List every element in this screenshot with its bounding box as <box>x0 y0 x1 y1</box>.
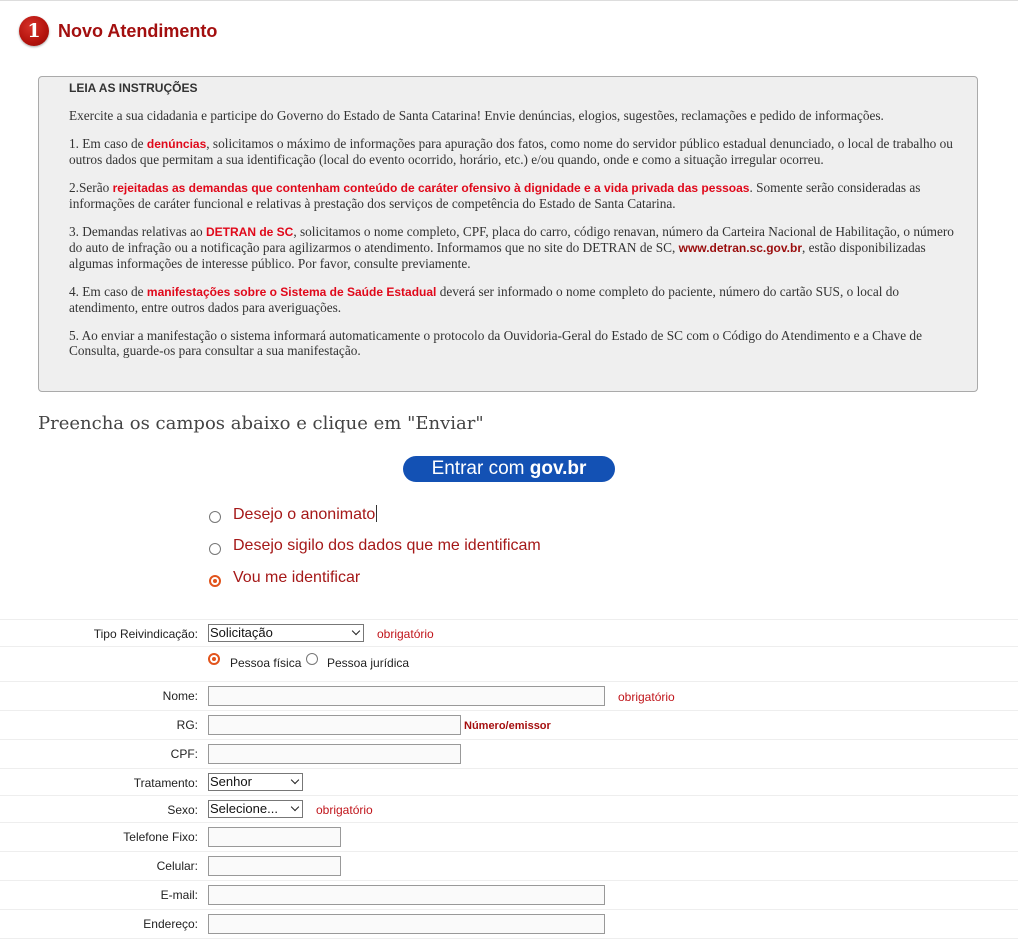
tipo-value: Solicitação <box>210 625 273 640</box>
instructions-intro: Exercite a sua cidadania e participe do … <box>69 108 884 123</box>
highlight-saude: manifestações sobre o Sistema de Saúde E… <box>146 285 437 299</box>
instructions-box: LEIA AS INSTRUÇÕES Exercite a sua cidada… <box>38 76 978 392</box>
row-divider <box>0 909 1018 910</box>
highlight-rejeitadas: rejeitadas as demandas que contenham con… <box>112 181 750 195</box>
instruction-item-5: 5. Ao enviar a manifestação o sistema in… <box>69 328 922 358</box>
endereco-input[interactable] <box>208 914 605 934</box>
celular-label: Celular: <box>156 859 198 873</box>
text-cursor <box>376 505 378 522</box>
tratamento-label: Tratamento: <box>133 776 198 790</box>
sexo-value: Selecione... <box>210 801 278 816</box>
fill-fields-heading: Preencha os campos abaixo e clique em "E… <box>38 413 484 434</box>
pessoa-fisica-label: Pessoa física <box>230 656 302 670</box>
rg-label: RG: <box>176 718 198 732</box>
tipo-label: Tipo Reivindicação: <box>93 627 198 641</box>
nome-input[interactable] <box>208 686 605 706</box>
govbr-login-button[interactable]: Entrar com gov.br <box>403 456 615 482</box>
row-divider <box>0 681 1018 682</box>
celular-input[interactable] <box>208 856 341 876</box>
radio-pessoa-fisica[interactable] <box>208 653 220 665</box>
top-divider <box>0 0 1018 1</box>
rg-hint: Número/emissor <box>464 720 551 732</box>
cpf-input[interactable] <box>208 744 461 764</box>
telefone-label: Telefone Fixo: <box>123 830 198 844</box>
instruction-item-1: 1. Em caso de denúncias, solicitamos o m… <box>69 136 968 167</box>
chevron-down-icon <box>290 802 300 812</box>
text: 4. Em caso de <box>69 284 147 299</box>
row-divider <box>0 880 1018 881</box>
instruction-item-3: 3. Demandas relativas ao DETRAN de SC, s… <box>69 224 968 271</box>
option-identificar-label: Vou me identificar <box>233 569 361 586</box>
sexo-required: obrigatório <box>316 803 373 817</box>
option-anonimato-label: Desejo o anonimato <box>233 506 376 523</box>
option-sigilo-label: Desejo sigilo dos dados que me identific… <box>233 537 541 554</box>
chevron-down-icon <box>351 626 361 636</box>
govbr-prefix: Entrar com <box>431 458 530 479</box>
sexo-label: Sexo: <box>167 803 198 817</box>
step-number-badge: 1 <box>19 16 49 46</box>
nome-required: obrigatório <box>618 690 675 704</box>
text: 1. Em caso de <box>69 136 147 151</box>
endereco-label: Endereço: <box>143 917 198 931</box>
tipo-required: obrigatório <box>377 627 434 641</box>
row-divider <box>0 646 1018 647</box>
row-divider <box>0 795 1018 796</box>
instructions-title: LEIA AS INSTRUÇÕES <box>69 81 198 95</box>
nome-label: Nome: <box>162 689 198 703</box>
tratamento-select[interactable]: Senhor <box>208 773 303 791</box>
row-divider <box>0 822 1018 823</box>
row-divider <box>0 710 1018 711</box>
chevron-down-icon <box>290 775 300 785</box>
pessoa-juridica-label: Pessoa jurídica <box>327 656 410 670</box>
highlight-detran: DETRAN de SC <box>205 225 294 239</box>
page-title: Novo Atendimento <box>58 21 218 41</box>
email-input[interactable] <box>208 885 605 905</box>
radio-identificar[interactable] <box>209 575 221 587</box>
detran-link[interactable]: www.detran.sc.gov.br <box>679 241 802 255</box>
cpf-label: CPF: <box>170 747 198 761</box>
tipo-select[interactable]: Solicitação <box>208 624 364 642</box>
govbr-brand: gov.br <box>529 458 587 479</box>
rg-input[interactable] <box>208 715 461 735</box>
radio-pessoa-juridica[interactable] <box>306 653 318 665</box>
instruction-item-2: 2.Serão rejeitadas as demandas que conte… <box>69 180 968 211</box>
instruction-item-4: 4. Em caso de manifestações sobre o Sist… <box>69 284 968 315</box>
text: 3. Demandas relativas ao <box>69 224 206 239</box>
radio-sigilo[interactable] <box>209 543 221 555</box>
highlight-denuncias: denúncias <box>146 137 207 151</box>
row-divider <box>0 739 1018 740</box>
row-divider <box>0 851 1018 852</box>
row-divider <box>0 938 1018 939</box>
row-divider <box>0 619 1018 620</box>
email-label: E-mail: <box>160 888 198 902</box>
sexo-select[interactable]: Selecione... <box>208 800 303 818</box>
radio-anonimato[interactable] <box>209 511 221 523</box>
text: 2.Serão <box>69 180 113 195</box>
tratamento-value: Senhor <box>210 774 252 789</box>
row-divider <box>0 768 1018 769</box>
telefone-input[interactable] <box>208 827 341 847</box>
